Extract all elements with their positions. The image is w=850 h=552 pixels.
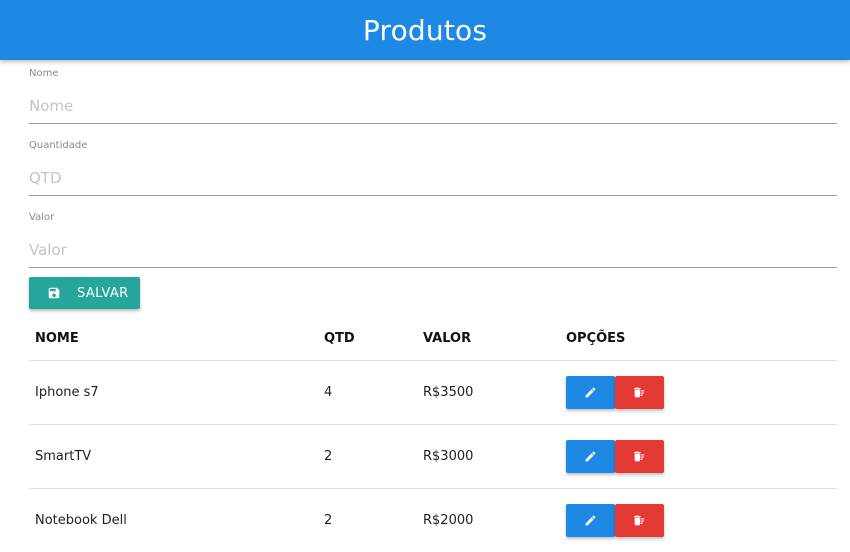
delete-button[interactable] xyxy=(615,375,664,409)
column-header-nome: NOME xyxy=(29,318,318,361)
cell-nome: SmartTV xyxy=(29,424,318,489)
delete-button[interactable] xyxy=(615,439,664,473)
valor-input[interactable] xyxy=(29,232,837,268)
edit-button[interactable] xyxy=(566,375,615,409)
table-row: Iphone s7 4 R$3500 xyxy=(29,360,837,425)
row-actions xyxy=(566,375,837,409)
column-header-qtd: QTD xyxy=(318,318,417,361)
products-table: NOME QTD VALOR OPÇÕES Iphone s7 4 R$3500 xyxy=(29,318,837,552)
nome-input[interactable] xyxy=(29,88,837,124)
cell-valor: R$3500 xyxy=(417,360,560,425)
delete-button[interactable] xyxy=(615,503,664,537)
edit-button[interactable] xyxy=(566,503,615,537)
table-row: SmartTV 2 R$3000 xyxy=(29,424,837,489)
cell-nome: Notebook Dell xyxy=(35,512,127,528)
cell-nome: Iphone s7 xyxy=(29,360,318,425)
nome-label: Nome xyxy=(29,68,59,79)
pencil-icon xyxy=(585,387,596,397)
row-actions xyxy=(566,439,837,473)
column-header-opcoes: OPÇÕES xyxy=(560,318,837,361)
cell-opcoes xyxy=(560,360,837,425)
cell-valor: R$2000 xyxy=(423,512,474,528)
trash-icon xyxy=(634,451,645,461)
qtd-field-group: Quantidade xyxy=(29,132,837,204)
quantidade-input[interactable] xyxy=(29,160,837,196)
cell-qtd: 2 xyxy=(318,424,417,489)
column-header-valor: VALOR xyxy=(417,318,560,361)
cell-qtd: 2 xyxy=(324,512,333,528)
table-header-row: NOME QTD VALOR OPÇÕES xyxy=(29,318,837,361)
cell-qtd: 4 xyxy=(318,360,417,425)
trash-icon xyxy=(634,515,645,526)
quantidade-label: Quantidade xyxy=(29,140,88,151)
app-bar: Produtos xyxy=(0,0,850,60)
table-row: Notebook Dell 2 R$2000 xyxy=(29,488,837,552)
valor-label: Valor xyxy=(29,212,55,223)
cell-valor: R$3000 xyxy=(417,424,560,489)
cell-opcoes xyxy=(560,488,837,552)
save-button[interactable]: SALVAR xyxy=(29,277,140,309)
product-form: Nome Quantidade Valor xyxy=(29,60,837,276)
save-button-label: SALVAR xyxy=(77,285,129,301)
valor-field-group: Valor xyxy=(29,204,837,276)
floppy-disk-icon xyxy=(47,286,61,300)
row-actions xyxy=(566,503,837,537)
pencil-icon xyxy=(585,515,596,526)
nome-field-group: Nome xyxy=(29,60,837,132)
pencil-icon xyxy=(585,451,596,461)
edit-button[interactable] xyxy=(566,439,615,473)
cell-opcoes xyxy=(560,424,837,489)
trash-icon xyxy=(634,387,645,397)
page-title: Produtos xyxy=(362,13,488,47)
